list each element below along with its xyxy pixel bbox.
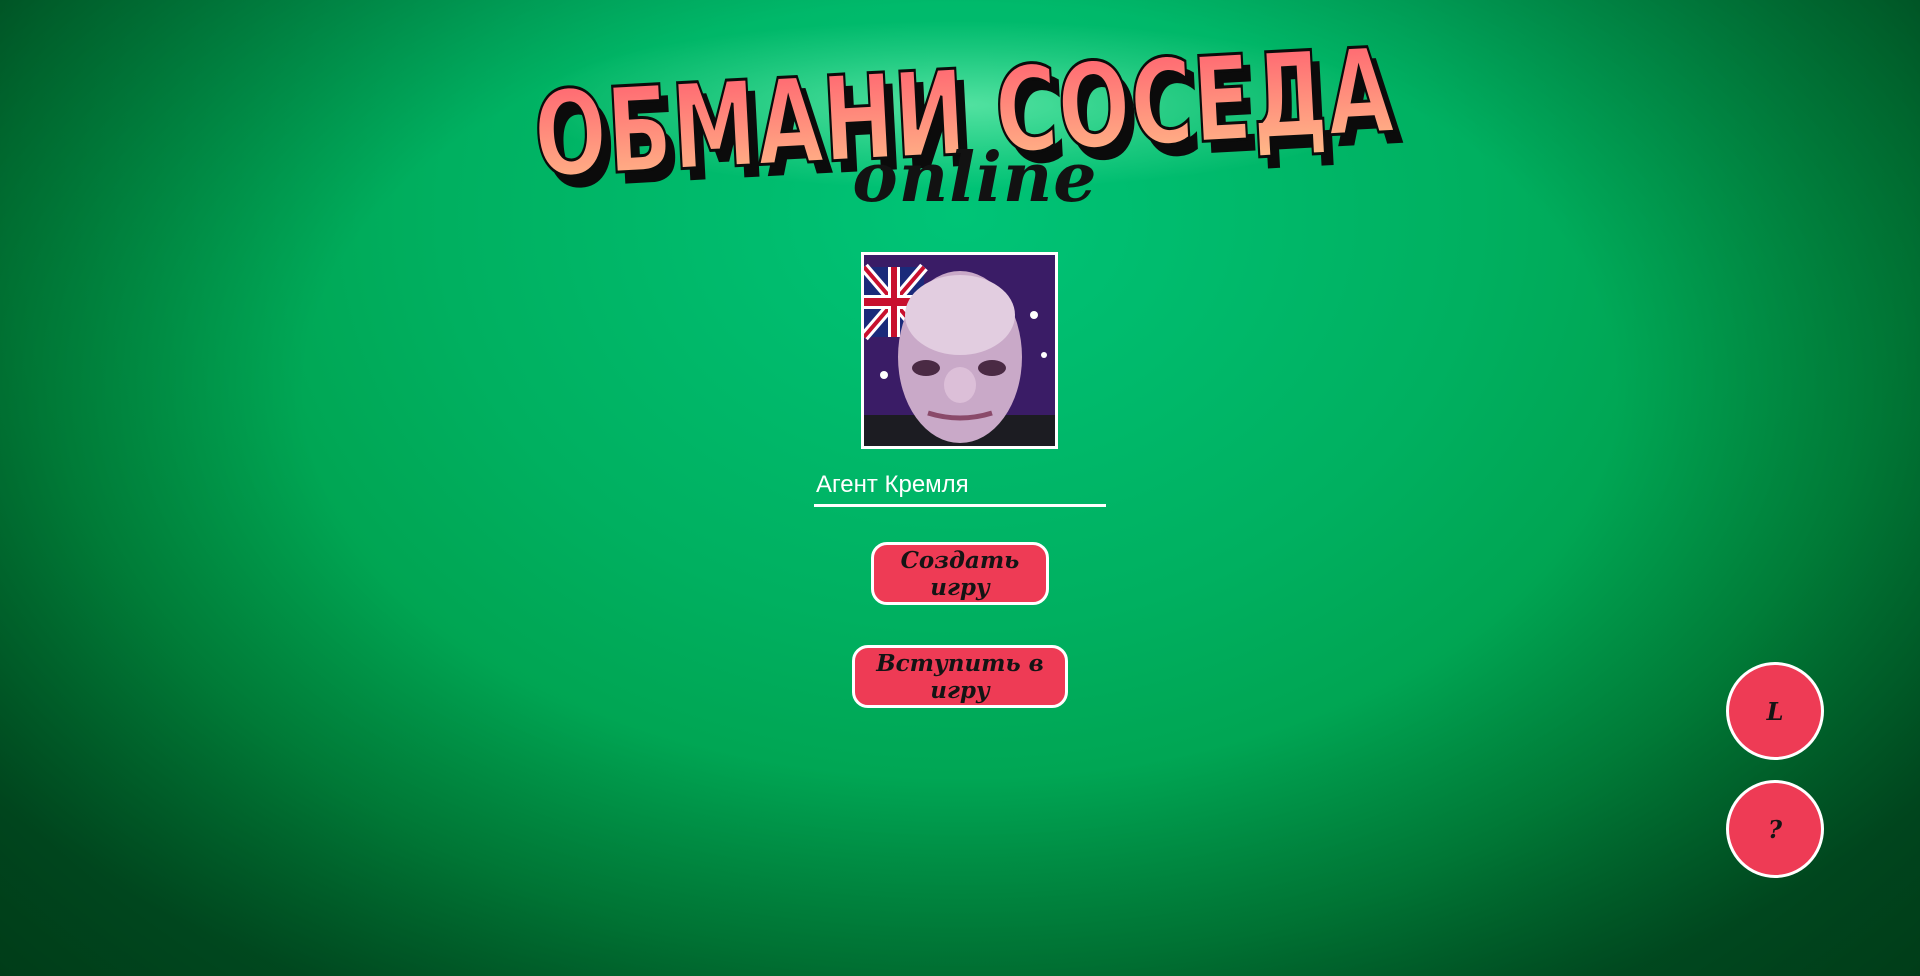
player-name-input[interactable]: [814, 466, 1106, 504]
game-logo: ОБМАНИ СОСЕДА ОБМАНИ СОСЕДА online: [490, 10, 1430, 225]
player-name-field[interactable]: [814, 466, 1106, 507]
player-avatar[interactable]: [861, 252, 1058, 449]
create-game-button[interactable]: Создать игру: [871, 542, 1049, 605]
join-game-button[interactable]: Вступить в игру: [852, 645, 1068, 708]
avatar-image: [864, 255, 1055, 446]
language-button[interactable]: L: [1726, 662, 1824, 760]
help-button[interactable]: ?: [1726, 780, 1824, 878]
logo-subtitle: online: [852, 138, 1098, 218]
